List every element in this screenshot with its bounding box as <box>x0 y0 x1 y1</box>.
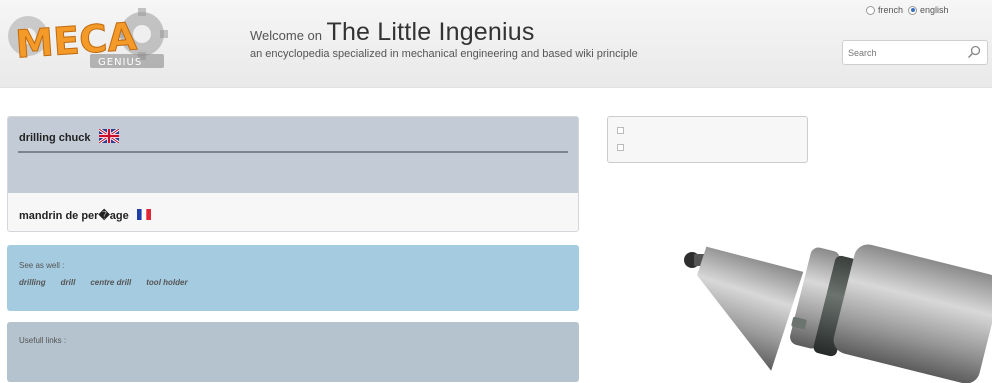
see-also-links: drilling drill centre drill tool holder <box>19 278 188 287</box>
france-flag-icon <box>137 209 151 220</box>
broken-image-icon <box>617 144 624 151</box>
see-also-title: See as well : <box>19 261 65 270</box>
term-divider <box>18 151 568 153</box>
language-label-english[interactable]: english <box>920 5 949 15</box>
search-placeholder: Search <box>848 48 877 58</box>
useful-links-panel: Usefull links : <box>7 322 579 382</box>
magnifier-icon[interactable] <box>967 45 981 59</box>
term-english-section: drilling chuck <box>8 117 578 193</box>
welcome-heading: Welcome on The Little Ingenius <box>250 18 535 47</box>
term-french: mandrin de per�age <box>19 210 129 222</box>
site-header: MECA GENIUS Welcome on The Little Ingeni… <box>0 0 992 88</box>
language-radio-french[interactable] <box>866 5 875 15</box>
term-panel: drilling chuck mandrin de per�age <box>7 116 579 232</box>
logo-subtext: GENIUS <box>98 57 142 68</box>
site-tagline: an encyclopedia specialized in mechanica… <box>250 48 638 60</box>
see-also-link-centre-drill[interactable]: centre drill <box>90 278 131 287</box>
see-also-link-drill[interactable]: drill <box>61 278 76 287</box>
language-radio-english[interactable] <box>908 5 918 15</box>
mecagenius-logo[interactable]: MECA GENIUS <box>2 6 174 72</box>
image-box <box>607 116 808 163</box>
see-also-link-tool-holder[interactable]: tool holder <box>146 278 187 287</box>
welcome-prefix: Welcome on <box>250 28 323 43</box>
language-label-french[interactable]: french <box>878 5 903 15</box>
site-title: The Little Ingenius <box>326 18 535 46</box>
broken-image-icon <box>617 127 624 134</box>
language-switch: french english <box>866 5 949 15</box>
useful-links-title: Usefull links : <box>19 336 67 345</box>
term-english: drilling chuck <box>19 132 91 144</box>
search-input[interactable]: Search <box>842 40 988 65</box>
drilling-chuck-image <box>684 244 992 383</box>
see-also-link-drilling[interactable]: drilling <box>19 278 46 287</box>
uk-flag-icon <box>99 129 119 143</box>
see-also-panel: See as well : drilling drill centre dril… <box>7 245 579 311</box>
